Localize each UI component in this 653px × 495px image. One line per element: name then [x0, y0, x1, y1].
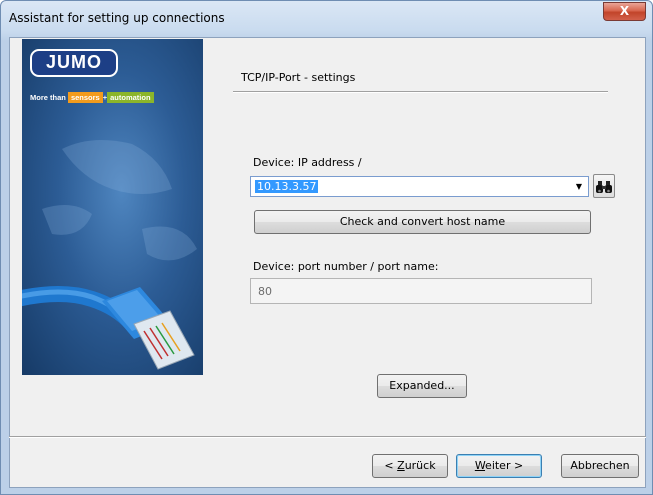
- expanded-label: Expanded...: [389, 379, 455, 392]
- back-label-rest: urück: [404, 459, 436, 472]
- title-bar: Assistant for setting up connections X: [1, 1, 652, 37]
- next-label-rest: eiter >: [485, 459, 524, 472]
- dialog-window: Assistant for setting up connections X J…: [0, 0, 653, 495]
- back-prefix: <: [384, 459, 398, 472]
- section-divider: [233, 91, 608, 93]
- network-cable-illustration: [22, 140, 197, 370]
- close-icon: X: [619, 4, 630, 18]
- back-button[interactable]: < Zurück: [372, 454, 448, 478]
- port-field: 80: [250, 278, 592, 304]
- expanded-button[interactable]: Expanded...: [377, 374, 467, 398]
- binoculars-icon: [596, 181, 612, 193]
- check-convert-host-button[interactable]: Check and convert host name: [254, 210, 591, 234]
- cancel-button[interactable]: Abbrechen: [561, 454, 639, 478]
- jumo-banner-image: JUMO More than sensors + automation: [22, 39, 203, 375]
- check-convert-host-label: Check and convert host name: [339, 215, 506, 228]
- ip-address-value: 10.13.3.57: [255, 180, 319, 193]
- footer-divider: [9, 436, 646, 438]
- ip-address-combobox[interactable]: 10.13.3.57 ▼: [250, 176, 589, 197]
- window-title: Assistant for setting up connections: [9, 11, 225, 25]
- next-mnemonic: W: [474, 459, 486, 472]
- find-device-button[interactable]: [593, 174, 615, 198]
- dropdown-arrow-icon[interactable]: ▼: [573, 179, 585, 194]
- close-button[interactable]: X: [603, 2, 646, 21]
- ip-address-label: Device: IP address /: [253, 156, 362, 169]
- back-mnemonic: Z: [397, 459, 405, 472]
- next-button[interactable]: Weiter >: [456, 454, 542, 478]
- section-title: TCP/IP-Port - settings: [241, 71, 356, 84]
- cancel-label: Abbrechen: [570, 459, 630, 472]
- port-label: Device: port number / port name:: [253, 260, 439, 273]
- port-value: 80: [258, 285, 272, 298]
